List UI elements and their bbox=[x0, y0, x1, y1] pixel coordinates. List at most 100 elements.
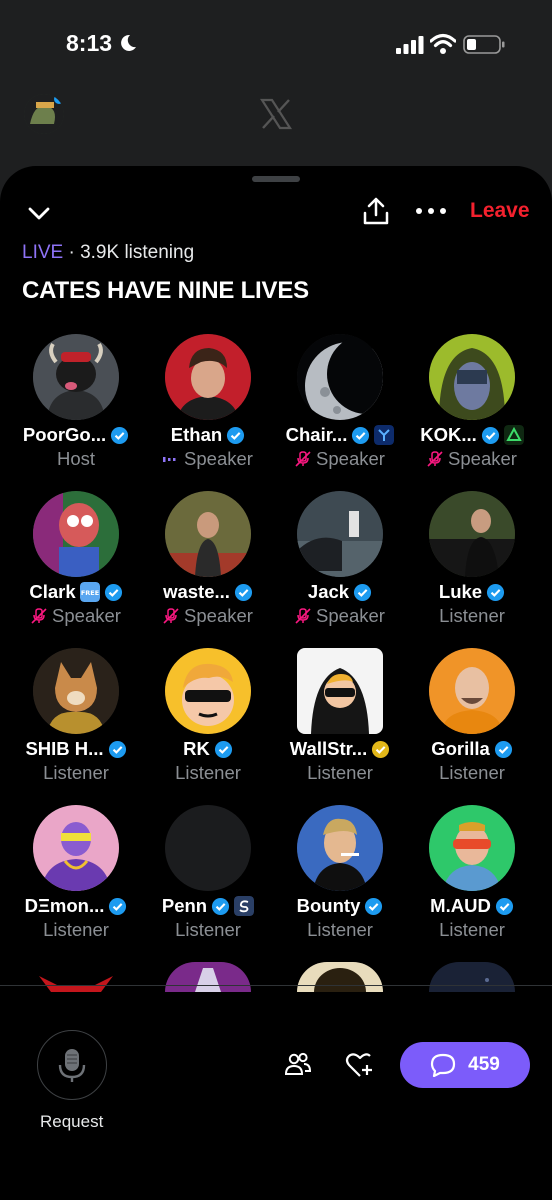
participant-role: Listener bbox=[439, 605, 505, 626]
chevron-down-icon[interactable] bbox=[26, 202, 52, 224]
request-mic-button[interactable] bbox=[37, 1030, 107, 1100]
participant[interactable]: KOK... Speaker bbox=[406, 334, 538, 484]
x-logo-icon bbox=[259, 98, 293, 130]
participant[interactable]: Gorilla Listener bbox=[406, 648, 538, 798]
participant-role: Listener bbox=[439, 919, 505, 940]
participant-role: Speaker bbox=[184, 448, 253, 469]
verified-badge-icon bbox=[352, 426, 370, 444]
free-badge-icon: FREE bbox=[79, 582, 100, 602]
mic-muted-icon bbox=[295, 451, 311, 467]
svg-text:FREE: FREE bbox=[80, 589, 98, 597]
listening-count: · 3.9K listening bbox=[68, 242, 195, 263]
chat-count: 459 bbox=[468, 1054, 500, 1075]
participant[interactable]: SHIB H... Listener bbox=[10, 648, 142, 798]
participant[interactable]: Penn Listener bbox=[142, 805, 274, 955]
participant-role: Listener bbox=[307, 919, 373, 940]
participant-name: Penn bbox=[161, 895, 208, 916]
participant-avatar-partial[interactable] bbox=[297, 962, 383, 992]
participant[interactable]: Chair... Speaker bbox=[274, 334, 406, 484]
participant-avatar-partial[interactable] bbox=[33, 962, 119, 992]
verified-badge-icon bbox=[354, 583, 372, 601]
verified-badge-icon bbox=[487, 583, 505, 601]
participant-name: PoorGo... bbox=[22, 424, 107, 445]
avatar bbox=[429, 491, 515, 577]
leave-button[interactable]: Leave bbox=[470, 199, 530, 223]
avatar bbox=[297, 648, 383, 734]
participant-role: Listener bbox=[43, 919, 109, 940]
participant[interactable]: waste... Speaker bbox=[142, 491, 274, 641]
battery-icon bbox=[463, 35, 505, 54]
participant-name: waste... bbox=[163, 581, 230, 602]
verified-badge-icon bbox=[108, 740, 126, 758]
participant-avatar-partial[interactable] bbox=[429, 962, 515, 992]
participant-name: SHIB H... bbox=[25, 738, 104, 759]
verified-badge-icon bbox=[365, 897, 383, 915]
status-time: 8:13 bbox=[66, 30, 113, 56]
space-sheet: Leave LIVE · 3.9K listening CATES HAVE N… bbox=[0, 166, 552, 1200]
participant[interactable]: Bounty Listener bbox=[274, 805, 406, 955]
participant-name: RK bbox=[183, 738, 210, 759]
participant-role: Listener bbox=[175, 762, 241, 783]
profile-avatar[interactable] bbox=[24, 94, 64, 134]
heart-plus-icon[interactable] bbox=[345, 1051, 375, 1079]
chat-button[interactable]: 459 bbox=[400, 1042, 530, 1088]
participant-name: Bounty bbox=[296, 895, 361, 916]
participant-role: Speaker bbox=[52, 605, 121, 626]
participant-name: KOK... bbox=[420, 424, 477, 445]
participant-role: Speaker bbox=[316, 605, 385, 626]
participant-name: Clark bbox=[29, 581, 76, 602]
live-label: LIVE bbox=[22, 242, 64, 263]
affiliate-badge-icon bbox=[234, 896, 255, 916]
participant[interactable]: DΞmon... Listener bbox=[10, 805, 142, 955]
affiliate-badge-icon bbox=[503, 425, 524, 445]
participant-role: Listener bbox=[175, 919, 241, 940]
participant[interactable]: PoorGo... Host bbox=[10, 334, 142, 484]
avatar bbox=[33, 491, 119, 577]
avatar bbox=[33, 334, 119, 420]
participant[interactable]: RK Listener bbox=[142, 648, 274, 798]
verified-badge-icon bbox=[495, 897, 513, 915]
participant-name: M.AUD bbox=[430, 895, 491, 916]
affiliate-badge-icon bbox=[374, 425, 395, 445]
participant[interactable]: M.AUD Listener bbox=[406, 805, 538, 955]
participant-avatar-partial[interactable] bbox=[165, 962, 251, 992]
participant[interactable]: Ethan Speaker bbox=[142, 334, 274, 484]
participant[interactable]: Luke Listener bbox=[406, 491, 538, 641]
avatar bbox=[429, 334, 515, 420]
moon-icon bbox=[121, 34, 136, 51]
verified-badge-icon bbox=[227, 426, 245, 444]
cellular-signal-icon bbox=[396, 36, 424, 54]
participant-role: Listener bbox=[439, 762, 505, 783]
speaking-indicator-icon bbox=[163, 457, 176, 462]
participant[interactable]: Clark FREE Speaker bbox=[10, 491, 142, 641]
verified-badge-icon bbox=[109, 897, 127, 915]
avatar bbox=[297, 805, 383, 891]
people-icon[interactable] bbox=[284, 1050, 312, 1078]
participant-name: WallStr... bbox=[289, 738, 368, 759]
verified-badge-icon bbox=[212, 897, 230, 915]
participant-name: Chair... bbox=[285, 424, 348, 445]
share-icon[interactable] bbox=[362, 196, 390, 226]
more-options-icon[interactable] bbox=[416, 200, 446, 222]
verified-badge-icon bbox=[111, 426, 129, 444]
space-title: CATES HAVE NINE LIVES bbox=[22, 277, 309, 304]
avatar bbox=[165, 334, 251, 420]
verified-badge-icon bbox=[494, 740, 512, 758]
live-status: LIVE · 3.9K listening bbox=[22, 242, 194, 264]
participant-name: Jack bbox=[307, 581, 350, 602]
avatar bbox=[297, 334, 383, 420]
participant-role: Listener bbox=[43, 762, 109, 783]
participant-role: Speaker bbox=[184, 605, 253, 626]
participant[interactable]: WallStr... Listener bbox=[274, 648, 406, 798]
sheet-grabber[interactable] bbox=[252, 176, 300, 182]
verified-badge-icon bbox=[234, 583, 252, 601]
participant-name: DΞmon... bbox=[24, 895, 105, 916]
mic-muted-icon bbox=[31, 608, 47, 624]
chat-bubble-icon bbox=[431, 1053, 456, 1077]
avatar bbox=[33, 648, 119, 734]
request-label: Request bbox=[40, 1112, 104, 1131]
mic-muted-icon bbox=[163, 608, 179, 624]
avatar bbox=[33, 805, 119, 891]
participant-role: Speaker bbox=[448, 448, 517, 469]
participant[interactable]: Jack Speaker bbox=[274, 491, 406, 641]
